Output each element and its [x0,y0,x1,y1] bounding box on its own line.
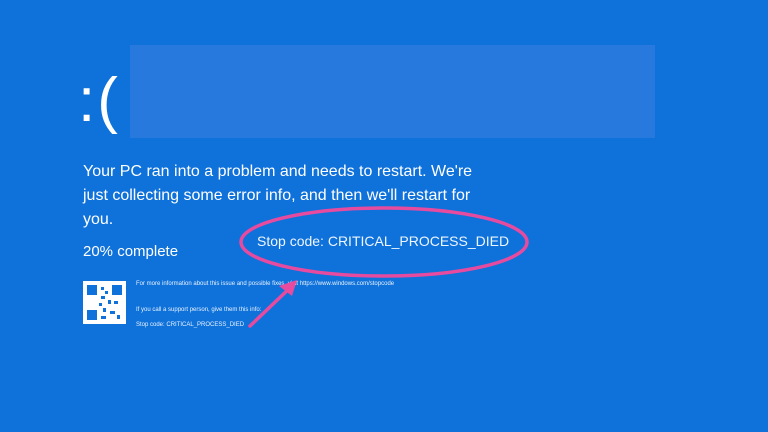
progress-status: 20% complete [83,243,179,260]
highlighted-stop-code: Stop code: CRITICAL_PROCESS_DIED [257,233,510,249]
blank-overlay-panel [130,45,655,138]
sad-face-icon: :( [78,66,120,135]
more-info-text: For more information about this issue an… [136,281,395,287]
qr-code-icon [83,281,126,324]
small-stop-code: Stop code: CRITICAL_PROCESS_DIED [136,322,245,328]
error-message: Your PC ran into a problem and needs to … [83,163,473,228]
support-info-text: If you call a support person, give them … [136,307,262,313]
